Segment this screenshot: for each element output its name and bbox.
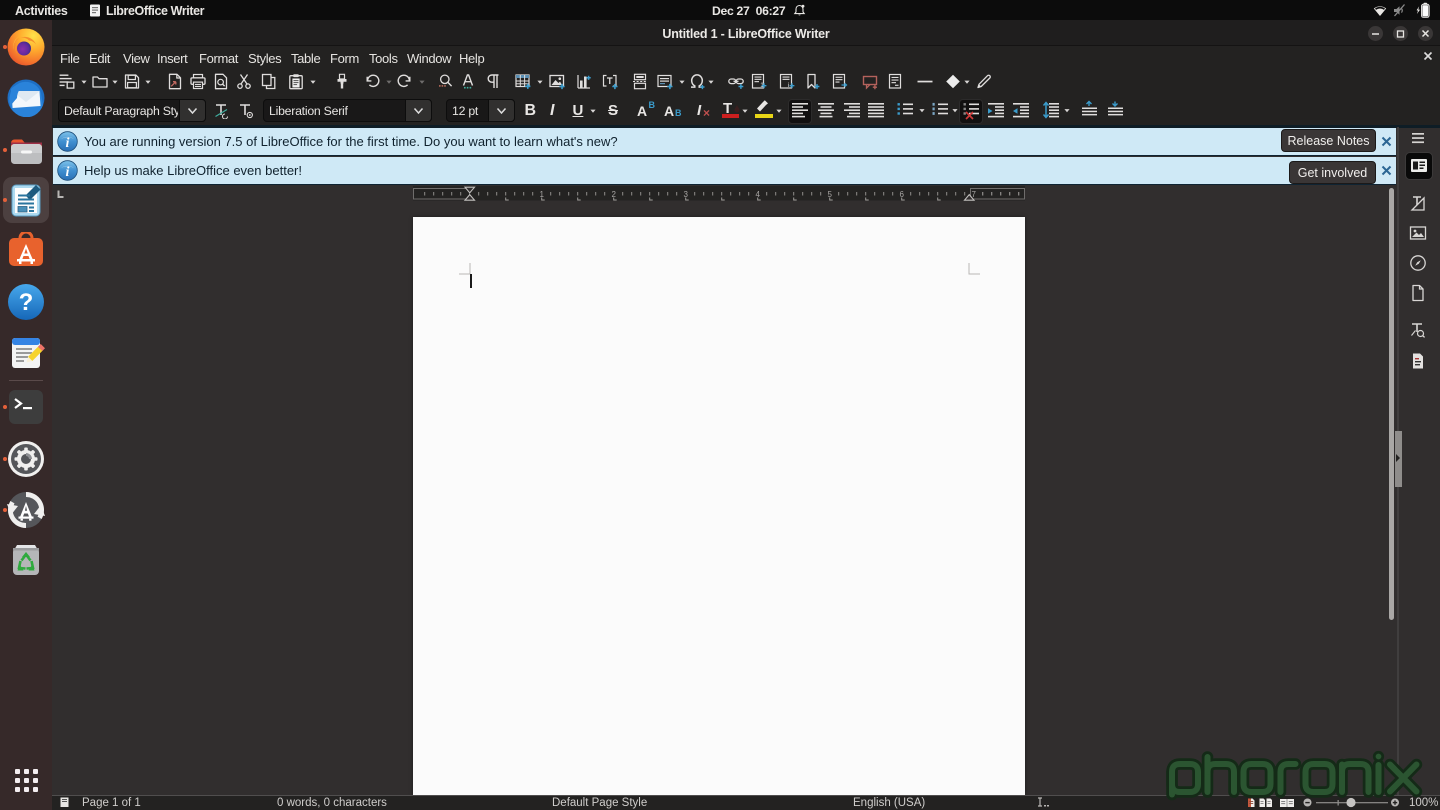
svg-text:?: ?: [19, 289, 34, 316]
